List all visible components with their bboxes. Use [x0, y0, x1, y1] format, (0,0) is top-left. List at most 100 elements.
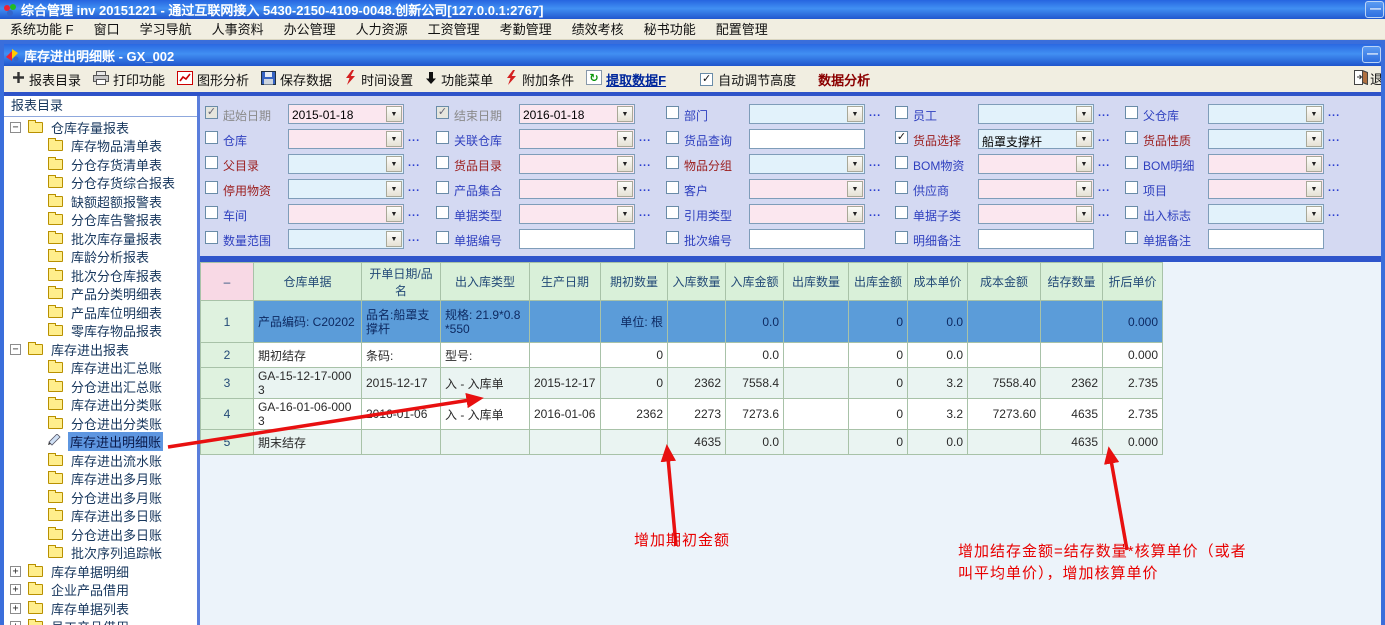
- cell[interactable]: 2362: [1041, 368, 1103, 399]
- filter-input-单据编号[interactable]: [519, 229, 635, 249]
- dropdown-arrow-icon[interactable]: ▼: [1076, 181, 1092, 197]
- cell[interactable]: GA-16-01-06-0003: [254, 399, 362, 430]
- toolbar-button-打印功能[interactable]: 打印功能: [87, 67, 171, 91]
- cell[interactable]: 4635: [1041, 430, 1103, 455]
- dropdown-arrow-icon[interactable]: ▼: [386, 131, 402, 147]
- cell[interactable]: 7273.60: [968, 399, 1041, 430]
- dropdown-arrow-icon[interactable]: ▼: [386, 156, 402, 172]
- expand-toggle-icon[interactable]: +: [10, 603, 21, 614]
- data-analysis-link[interactable]: 数据分析: [818, 70, 870, 89]
- filter-checkbox-单据子类[interactable]: [895, 206, 908, 219]
- filter-checkbox-单据备注[interactable]: [1125, 231, 1138, 244]
- table-row-4[interactable]: 4GA-16-01-06-00032016-01-06入 - 入库单2016-0…: [201, 399, 1163, 430]
- dropdown-arrow-icon[interactable]: ▼: [617, 156, 633, 172]
- dropdown-arrow-icon[interactable]: ▼: [386, 231, 402, 247]
- filter-checkbox-父目录[interactable]: [205, 156, 218, 169]
- cell[interactable]: 0.0: [908, 343, 968, 368]
- dropdown-arrow-icon[interactable]: ▼: [847, 181, 863, 197]
- cell[interactable]: 期初结存: [254, 343, 362, 368]
- cell[interactable]: 0.000: [1103, 343, 1163, 368]
- filter-checkbox-单据类型[interactable]: [436, 206, 449, 219]
- dropdown-arrow-icon[interactable]: ▼: [847, 206, 863, 222]
- cell[interactable]: 4635: [668, 430, 726, 455]
- toolbar-button-时间设置[interactable]: 时间设置: [338, 67, 419, 91]
- cell[interactable]: 0: [849, 399, 908, 430]
- row-number[interactable]: 4: [201, 399, 254, 430]
- cell[interactable]: 期末结存: [254, 430, 362, 455]
- sidebar-item-仓库存量报表[interactable]: −仓库存量报表: [4, 118, 197, 137]
- filter-checkbox-车间[interactable]: [205, 206, 218, 219]
- lookup-dots-button[interactable]: ...: [408, 157, 420, 169]
- cell[interactable]: [784, 399, 849, 430]
- cell[interactable]: 条码:: [362, 343, 441, 368]
- filter-input-货品查询[interactable]: [749, 129, 865, 149]
- expand-toggle-icon[interactable]: −: [10, 122, 21, 133]
- exit-button[interactable]: 退: [1354, 69, 1383, 88]
- dropdown-arrow-icon[interactable]: ▼: [1306, 156, 1322, 172]
- filter-checkbox-供应商[interactable]: [895, 181, 908, 194]
- cell[interactable]: [668, 301, 726, 343]
- lookup-dots-button[interactable]: ...: [1328, 132, 1340, 144]
- row-number[interactable]: 5: [201, 430, 254, 455]
- cell[interactable]: 2.735: [1103, 368, 1163, 399]
- row-number[interactable]: 3: [201, 368, 254, 399]
- filter-dropdown-客户[interactable]: ▼: [749, 179, 865, 199]
- filter-dropdown-起始日期[interactable]: 2015-01-18▼: [288, 104, 404, 124]
- sidebar-item-分仓存货清单表[interactable]: 分仓存货清单表: [4, 155, 197, 174]
- cell[interactable]: 7558.40: [968, 368, 1041, 399]
- dropdown-arrow-icon[interactable]: ▼: [617, 131, 633, 147]
- child-minimize-button[interactable]: —: [1362, 46, 1381, 63]
- cell[interactable]: [968, 430, 1041, 455]
- expand-toggle-icon[interactable]: −: [10, 344, 21, 355]
- menu-item[interactable]: 人力资源: [346, 19, 418, 40]
- filter-dropdown-货品选择[interactable]: 船罩支撑杆▼: [978, 129, 1094, 149]
- dropdown-arrow-icon[interactable]: ▼: [1076, 106, 1092, 122]
- column-header-结存数量[interactable]: 结存数量: [1041, 263, 1103, 301]
- toolbar-button-图形分析[interactable]: 图形分析: [171, 67, 255, 91]
- cell[interactable]: [668, 343, 726, 368]
- menu-item[interactable]: 系统功能 F: [0, 19, 84, 40]
- cell[interactable]: 2362: [668, 368, 726, 399]
- filter-dropdown-仓库[interactable]: ▼: [288, 129, 404, 149]
- table-row-1[interactable]: 1产品编码: C20202品名:船罩支撑杆规格: 21.9*0.8*550单位:…: [201, 301, 1163, 343]
- cell[interactable]: 0: [849, 430, 908, 455]
- dropdown-arrow-icon[interactable]: ▼: [617, 206, 633, 222]
- cell[interactable]: [530, 343, 601, 368]
- dropdown-arrow-icon[interactable]: ▼: [617, 106, 633, 122]
- cell[interactable]: 0: [849, 343, 908, 368]
- cell[interactable]: 规格: 21.9*0.8*550: [441, 301, 530, 343]
- filter-dropdown-父目录[interactable]: ▼: [288, 154, 404, 174]
- cell[interactable]: [968, 301, 1041, 343]
- table-row-2[interactable]: 2期初结存条码:型号:00.000.00.000: [201, 343, 1163, 368]
- cell[interactable]: 7273.6: [726, 399, 784, 430]
- filter-dropdown-数量范围[interactable]: ▼: [288, 229, 404, 249]
- filter-checkbox-出入标志[interactable]: [1125, 206, 1138, 219]
- lookup-dots-button[interactable]: ...: [869, 157, 881, 169]
- dropdown-arrow-icon[interactable]: ▼: [1076, 156, 1092, 172]
- filter-dropdown-货品性质[interactable]: ▼: [1208, 129, 1324, 149]
- cell[interactable]: 0.0: [726, 301, 784, 343]
- lookup-dots-button[interactable]: ...: [639, 207, 651, 219]
- filter-checkbox-数量范围[interactable]: [205, 231, 218, 244]
- filter-checkbox-物品分组[interactable]: [666, 156, 679, 169]
- column-header-期初数量[interactable]: 期初数量: [601, 263, 668, 301]
- menu-item[interactable]: 配置管理: [706, 19, 778, 40]
- filter-dropdown-单据类型[interactable]: ▼: [519, 204, 635, 224]
- cell[interactable]: [968, 343, 1041, 368]
- filter-dropdown-供应商[interactable]: ▼: [978, 179, 1094, 199]
- filter-checkbox-仓库[interactable]: [205, 131, 218, 144]
- cell[interactable]: 4635: [1041, 399, 1103, 430]
- filter-checkbox-单据编号[interactable]: [436, 231, 449, 244]
- lookup-dots-button[interactable]: ...: [1098, 207, 1110, 219]
- lookup-dots-button[interactable]: ...: [869, 207, 881, 219]
- cell[interactable]: GA-15-12-17-0003: [254, 368, 362, 399]
- minimize-button[interactable]: —: [1365, 1, 1384, 18]
- column-header-成本单价[interactable]: 成本单价: [908, 263, 968, 301]
- toolbar-button-功能菜单[interactable]: 功能菜单: [419, 67, 499, 91]
- toolbar-button-提取数据F[interactable]: ↻提取数据F: [580, 67, 672, 91]
- dropdown-arrow-icon[interactable]: ▼: [1306, 106, 1322, 122]
- filter-checkbox-部门[interactable]: [666, 106, 679, 119]
- sidebar-item-库龄分析报表[interactable]: 库龄分析报表: [4, 248, 197, 267]
- column-header-生产日期[interactable]: 生产日期: [530, 263, 601, 301]
- cell[interactable]: [530, 301, 601, 343]
